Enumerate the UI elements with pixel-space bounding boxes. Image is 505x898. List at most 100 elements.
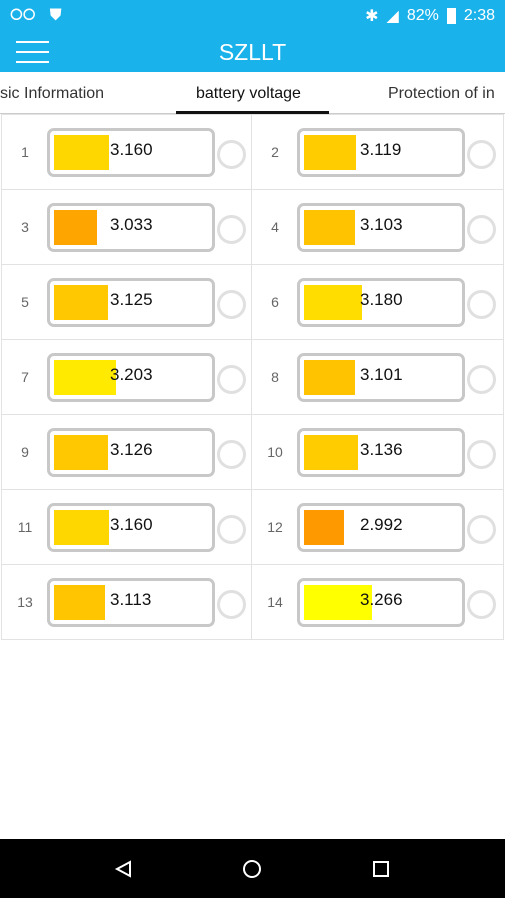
cell-item: 8 3.101 <box>252 340 504 415</box>
cell-item: 10 3.136 <box>252 415 504 490</box>
voltage-level-fill <box>54 510 110 545</box>
voltage-level-fill <box>54 360 116 395</box>
balance-radio[interactable] <box>467 515 496 544</box>
balance-radio[interactable] <box>217 215 246 244</box>
app-bar: SZLLT <box>0 32 505 72</box>
cell-index: 13 <box>17 594 33 610</box>
voltage-value: 2.992 <box>360 515 403 534</box>
cell-item: 2 3.119 <box>252 115 504 190</box>
voltage-value: 3.180 <box>360 290 403 309</box>
shield-icon: ⛊ <box>49 7 62 24</box>
cell-item: 7 3.203 <box>1 340 252 415</box>
voltage-value: 3.101 <box>360 365 403 384</box>
cell-item: 5 3.125 <box>1 265 252 340</box>
balance-radio[interactable] <box>467 290 496 319</box>
balance-radio[interactable] <box>217 365 246 394</box>
voltage-value: 3.160 <box>110 140 153 159</box>
voltage-level-fill <box>54 585 105 620</box>
balance-radio[interactable] <box>467 215 496 244</box>
voltage-value: 3.266 <box>360 590 403 609</box>
balance-radio[interactable] <box>217 290 246 319</box>
voltage-value: 3.136 <box>360 440 403 459</box>
lte-signal-icon: ◢ <box>386 8 399 25</box>
cell-index: 8 <box>271 369 279 385</box>
tab-battery-voltage[interactable]: battery voltage <box>196 85 301 103</box>
voltage-level-fill <box>304 135 357 170</box>
cell-index: 3 <box>21 219 29 235</box>
balance-radio[interactable] <box>217 515 246 544</box>
voltage-value: 3.126 <box>110 440 153 459</box>
voltage-level-fill <box>54 435 108 470</box>
balance-radio[interactable] <box>217 140 246 169</box>
voltage-value: 3.113 <box>110 590 152 609</box>
status-bar: ⭘⭘ ⛊ ✱ ◢ 82% 2:38 <box>0 0 505 32</box>
cell-index: 4 <box>271 219 279 235</box>
voltage-value: 3.203 <box>110 365 153 384</box>
battery-percent: 82% <box>406 7 439 24</box>
clock: 2:38 <box>463 7 495 24</box>
voltage-bar: 3.033 <box>47 203 215 252</box>
cell-index: 12 <box>267 519 283 535</box>
navigation-bar <box>0 839 505 898</box>
cell-item: 12 2.992 <box>252 490 504 565</box>
voltage-bar: 3.160 <box>47 128 215 177</box>
tab-bar: sic Information battery voltage Protecti… <box>0 72 505 114</box>
cell-item: 13 3.113 <box>1 565 252 640</box>
voltage-bar: 3.103 <box>297 203 465 252</box>
cell-index: 10 <box>267 444 283 460</box>
voltage-bar: 3.160 <box>47 503 215 552</box>
cell-index: 6 <box>271 294 279 310</box>
balance-radio[interactable] <box>467 590 496 619</box>
balance-radio[interactable] <box>217 590 246 619</box>
balance-radio[interactable] <box>467 365 496 394</box>
voltage-bar: 3.113 <box>47 578 215 627</box>
voicemail-icon: ⭘⭘ <box>10 7 36 24</box>
cell-item: 6 3.180 <box>252 265 504 340</box>
tab-basic-information[interactable]: sic Information <box>0 85 104 103</box>
battery-icon <box>446 8 456 24</box>
back-icon[interactable] <box>114 859 134 879</box>
voltage-level-fill <box>304 510 344 545</box>
voltage-bar: 3.266 <box>297 578 465 627</box>
app-title: SZLLT <box>218 38 287 65</box>
recents-icon[interactable] <box>371 859 391 879</box>
voltage-bar: 3.125 <box>47 278 215 327</box>
voltage-value: 3.125 <box>110 290 153 309</box>
cell-item: 14 3.266 <box>252 565 504 640</box>
balance-radio[interactable] <box>217 440 246 469</box>
voltage-value: 3.160 <box>110 515 153 534</box>
bluetooth-icon: ✱ <box>365 8 379 25</box>
voltage-level-fill <box>54 285 108 320</box>
voltage-bar: 3.203 <box>47 353 215 402</box>
voltage-level-fill <box>304 435 358 470</box>
cell-item: 3 3.033 <box>1 190 252 265</box>
voltage-bar: 3.101 <box>297 353 465 402</box>
voltage-bar: 2.992 <box>297 503 465 552</box>
cell-index: 1 <box>21 144 29 160</box>
voltage-level-fill <box>304 285 363 320</box>
menu-icon[interactable] <box>16 41 49 63</box>
balance-radio[interactable] <box>467 140 496 169</box>
voltage-level-fill <box>54 135 110 170</box>
home-icon[interactable] <box>241 858 263 880</box>
voltage-level-fill <box>304 360 355 395</box>
voltage-bar: 3.119 <box>297 128 465 177</box>
cell-item: 1 3.160 <box>1 115 252 190</box>
cell-index: 7 <box>21 369 29 385</box>
tab-protection-info[interactable]: Protection of in <box>388 85 495 103</box>
voltage-level-fill <box>304 210 355 245</box>
cell-item: 4 3.103 <box>252 190 504 265</box>
cell-voltage-grid: 1 3.160 2 3.119 3 3.033 4 3.103 5 3.125 … <box>1 114 504 640</box>
cell-index: 11 <box>17 519 33 535</box>
voltage-value: 3.033 <box>110 215 153 234</box>
voltage-value: 3.119 <box>360 140 402 159</box>
voltage-bar: 3.136 <box>297 428 465 477</box>
cell-item: 9 3.126 <box>1 415 252 490</box>
cell-index: 9 <box>21 444 29 460</box>
voltage-bar: 3.180 <box>297 278 465 327</box>
voltage-level-fill <box>54 210 97 245</box>
cell-index: 14 <box>267 594 283 610</box>
cell-index: 5 <box>21 294 29 310</box>
cell-item: 11 3.160 <box>1 490 252 565</box>
balance-radio[interactable] <box>467 440 496 469</box>
